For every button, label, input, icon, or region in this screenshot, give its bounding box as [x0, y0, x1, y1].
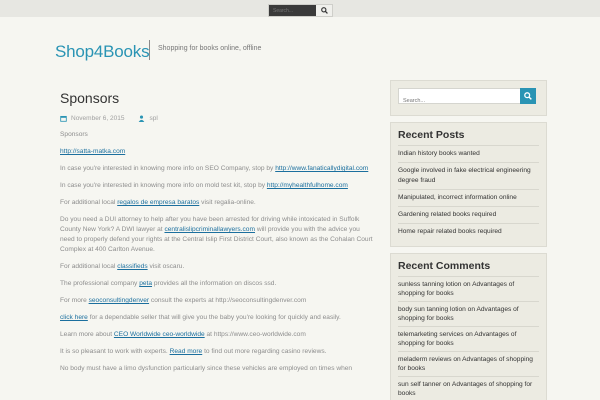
list-item: telemarketing services on Advantages of …: [398, 327, 539, 352]
user-icon: [139, 115, 145, 122]
post-title: Sponsors: [60, 90, 120, 106]
comment-on: on: [463, 281, 471, 288]
recent-comments-widget: Recent Comments sunless tanning lotion o…: [390, 253, 547, 400]
list-item: Manipulated, incorrect information onlin…: [398, 190, 539, 207]
list-item: body sun tanning lotion on Advantages of…: [398, 302, 539, 327]
recent-post-link[interactable]: Google involved in fake electrical engin…: [398, 167, 531, 184]
search-widget: [390, 80, 547, 116]
recent-posts-list: Indian history books wanted Google invol…: [398, 146, 539, 240]
content-link[interactable]: seoconsultingdenver: [89, 297, 149, 304]
top-search-input[interactable]: [269, 5, 317, 16]
comment-on: on: [465, 331, 473, 338]
site-tagline: Shopping for books online, offline: [158, 45, 262, 52]
site-title[interactable]: Shop4Books: [55, 42, 150, 62]
comment-on: on: [443, 381, 451, 388]
content-link[interactable]: http://satta-matka.com: [60, 148, 125, 155]
list-item: sunless tanning lotion on Advantages of …: [398, 277, 539, 302]
sidebar-search-input[interactable]: [399, 94, 519, 108]
content-link[interactable]: regalos de empresa baratos: [117, 199, 199, 206]
content-link[interactable]: CEO Worldwide ceo-worldwide: [114, 331, 205, 338]
post-meta: November 6, 2015 spl: [60, 114, 375, 123]
recent-post-link[interactable]: Indian history books wanted: [398, 150, 480, 157]
sidebar-search-form: [398, 88, 536, 108]
paragraph-text: For additional local: [60, 199, 116, 206]
calendar-icon: [60, 115, 67, 122]
paragraph-text: The professional company: [60, 280, 138, 287]
paragraph-text: For additional local: [60, 263, 116, 270]
search-icon: [524, 92, 532, 100]
comment-author-link[interactable]: sunless tanning lotion: [398, 281, 461, 288]
paragraph-text: for a dependable seller that will give y…: [89, 314, 341, 321]
content-link[interactable]: peta: [139, 280, 152, 287]
recent-posts-title: Recent Posts: [398, 129, 539, 146]
recent-post-link[interactable]: Home repair related books required: [398, 228, 502, 235]
paragraph-text: to find out more regarding casino review…: [204, 348, 327, 355]
list-item: Home repair related books required: [398, 224, 539, 240]
top-search-form: [268, 4, 333, 17]
paragraph-text: For more: [60, 297, 87, 304]
paragraph-text: visit regalia-online.: [201, 199, 256, 206]
top-search-button[interactable]: [316, 5, 332, 16]
post-date[interactable]: November 6, 2015: [71, 115, 124, 122]
list-item: Indian history books wanted: [398, 146, 539, 163]
paragraph-text: visit oscaru.: [149, 263, 185, 270]
paragraph-text: No body must have a limo dysfunction par…: [60, 365, 353, 372]
sidebar: Recent Posts Indian history books wanted…: [390, 80, 547, 400]
paragraph-text: at https://www.ceo-worldwide.com: [206, 331, 306, 338]
comment-on: on: [467, 306, 476, 313]
post-author[interactable]: spl: [149, 115, 157, 122]
recent-post-link[interactable]: Manipulated, incorrect information onlin…: [398, 194, 517, 201]
recent-posts-widget: Recent Posts Indian history books wanted…: [390, 122, 547, 247]
content-link[interactable]: http://www.fanaticallydigital.com: [275, 165, 368, 172]
content-link[interactable]: centralislipcriminallawyers.com: [164, 226, 255, 233]
paragraph-text: It is so pleasant to work with experts.: [60, 348, 168, 355]
sidebar-search-button[interactable]: [520, 88, 536, 104]
paragraph-text: provides all the information on discos s…: [153, 280, 277, 287]
content-link[interactable]: Read more: [170, 348, 203, 355]
list-item: Google involved in fake electrical engin…: [398, 163, 539, 190]
post-intro: Sponsors: [60, 131, 88, 138]
paragraph-text: In case you're interested in knowing mor…: [60, 165, 274, 172]
comment-author-link[interactable]: telemarketing services: [398, 331, 464, 338]
comment-author-link[interactable]: sun self tanner: [398, 381, 441, 388]
recent-comments-title: Recent Comments: [398, 260, 539, 277]
comment-author-link[interactable]: meladerm reviews: [398, 356, 452, 363]
search-icon: [320, 7, 328, 14]
list-item: sun self tanner on Advantages of shoppin…: [398, 377, 539, 400]
list-item: Gardening related books required: [398, 207, 539, 224]
post-content: Sponsors http://satta-matka.com In case …: [60, 130, 375, 374]
comment-author-link[interactable]: body sun tanning lotion: [398, 306, 466, 313]
recent-comments-list: sunless tanning lotion on Advantages of …: [398, 277, 539, 400]
content-link[interactable]: http://myhealthfulhome.com: [267, 182, 348, 189]
paragraph-text: consult the experts at http://seoconsult…: [150, 297, 307, 304]
top-bar: [0, 0, 600, 17]
list-item: meladerm reviews on Advantages of shoppi…: [398, 352, 539, 377]
header-divider: [149, 40, 150, 60]
content-link[interactable]: click here: [60, 314, 88, 321]
content-link[interactable]: classifieds: [117, 263, 147, 270]
paragraph-text: In case you're interested in knowing mor…: [60, 182, 266, 189]
post-article: Sponsors November 6, 2015 spl Sponsors h…: [60, 90, 375, 381]
paragraph-text: Learn more about: [60, 331, 113, 338]
recent-post-link[interactable]: Gardening related books required: [398, 211, 496, 218]
comment-on: on: [453, 356, 461, 363]
